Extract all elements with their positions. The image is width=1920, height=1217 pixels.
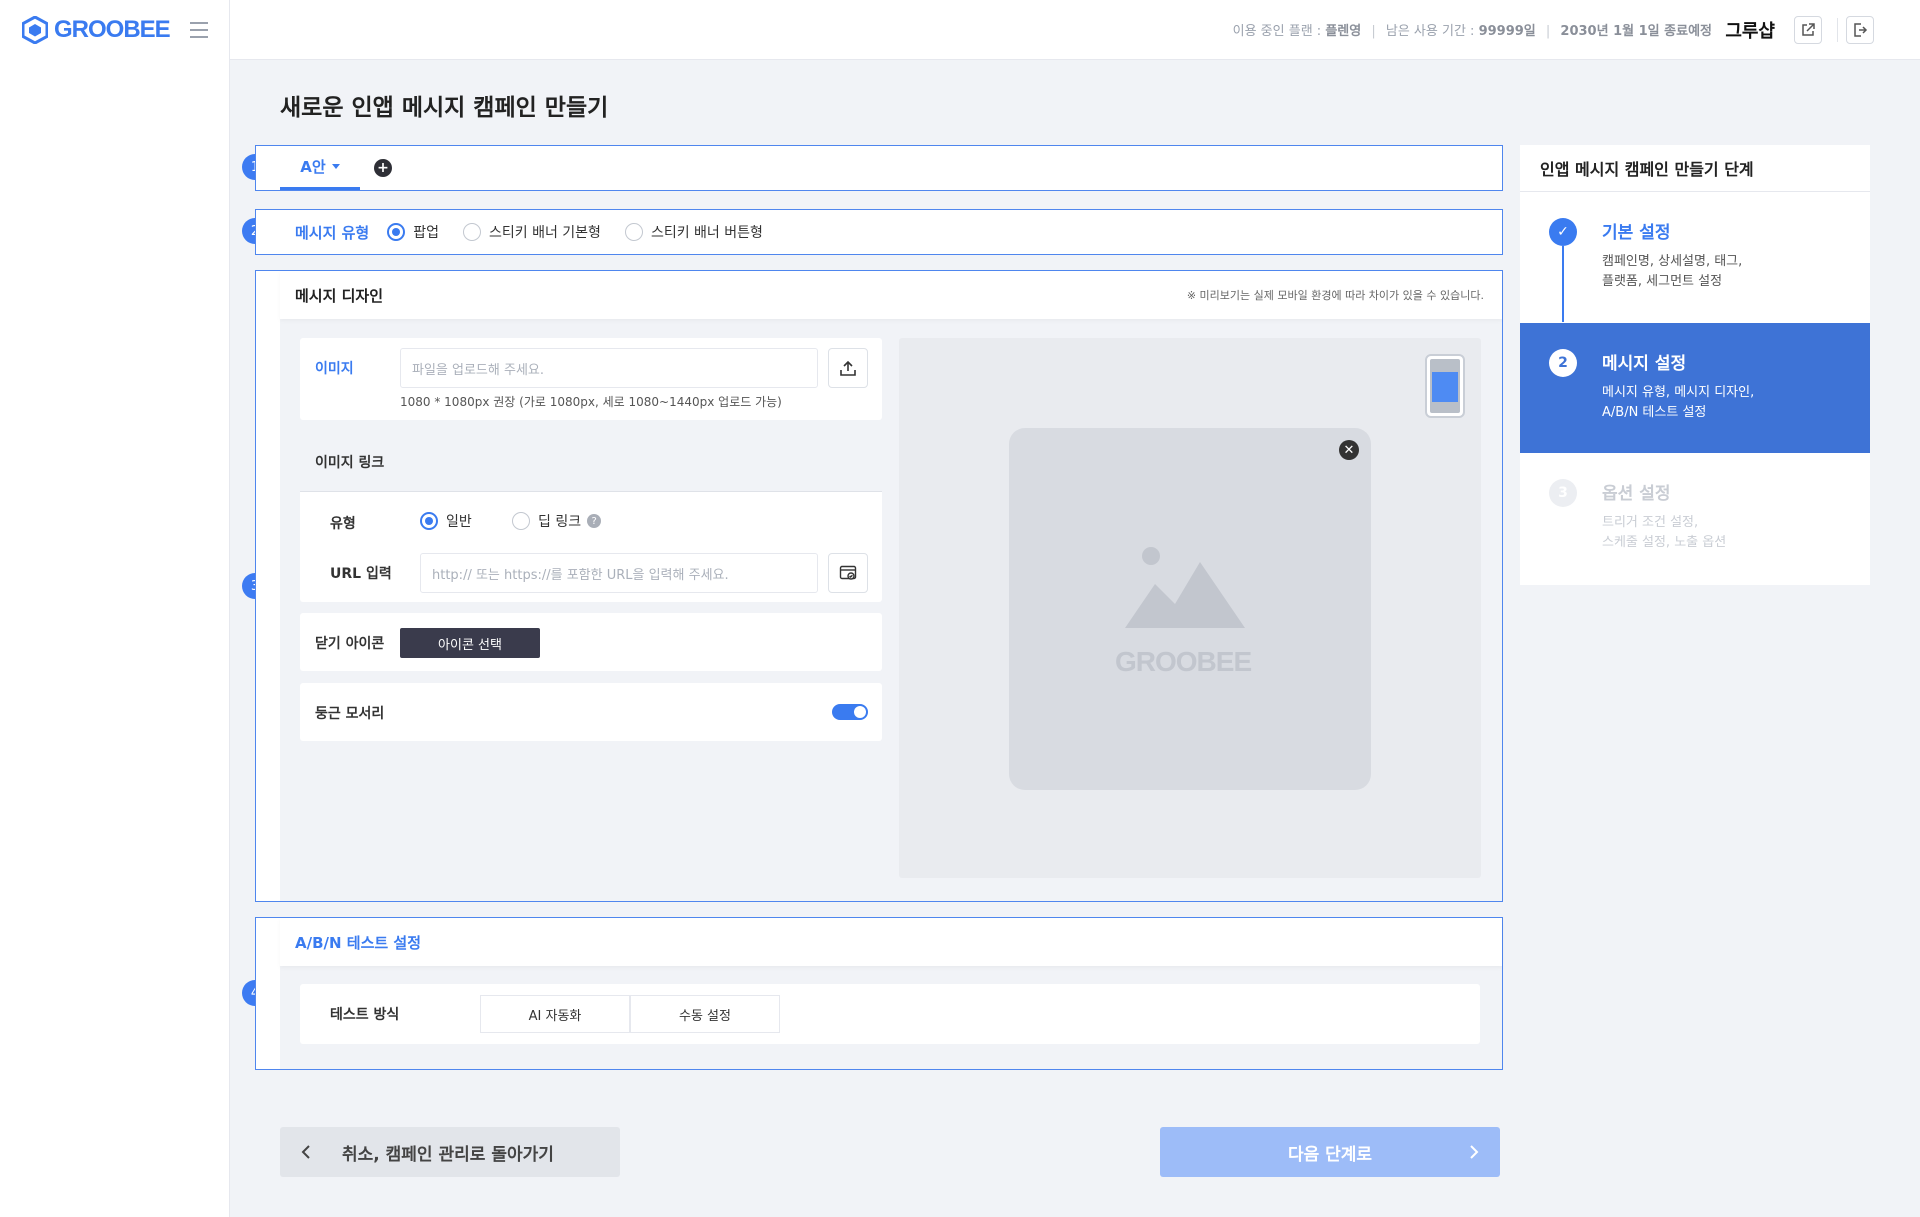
test-method-panel: 테스트 방식 AI 자동화 수동 설정 xyxy=(300,984,1480,1044)
design-title: 메시지 디자인 xyxy=(295,286,384,305)
radio-popup-label: 팝업 xyxy=(413,225,439,241)
url-label: URL 입력 xyxy=(330,566,392,582)
url-input[interactable]: http:// 또는 https://를 포함한 URL을 입력해 주세요. xyxy=(420,553,818,593)
next-step-button[interactable]: 다음 단계로 xyxy=(1160,1127,1500,1177)
manual-setting-option[interactable]: 수동 설정 xyxy=(630,995,780,1033)
design-header: 메시지 디자인 ※ 미리보기는 실제 모바일 환경에 따라 차이가 있을 수 있… xyxy=(280,271,1502,319)
step-description: 메시지 유형, 메시지 디자인, A/B/N 테스트 설정 xyxy=(1602,385,1755,420)
external-link-icon xyxy=(1802,23,1815,36)
question-icon[interactable]: ? xyxy=(587,514,602,528)
radio-link-normal-label: 일반 xyxy=(446,514,472,530)
close-icon[interactable]: ✕ xyxy=(1339,440,1359,460)
upload-button[interactable] xyxy=(828,348,868,388)
chevron-left-icon xyxy=(301,1145,310,1159)
image-link-panel: 이미지 링크 유형 일반 딥 링크 ? URL 입력 http:// 또는 ht… xyxy=(300,431,882,602)
image-placeholder-icon: GROOBEE xyxy=(1115,546,1265,678)
plan-label: 이용 중인 플랜 : xyxy=(1232,24,1322,39)
hexagon-logo-icon xyxy=(22,16,48,44)
logout-icon xyxy=(1854,23,1868,37)
ab-test-header: A/B/N 테스트 설정 xyxy=(280,918,1502,966)
browser-check-icon xyxy=(839,565,857,580)
url-check-button[interactable] xyxy=(828,553,868,593)
step-description: 트리거 조건 설정, 스케줄 설정, 노출 옵션 xyxy=(1602,515,1727,550)
image-size-hint: 1080 * 1080px 권장 (가로 1080px, 세로 1080~144… xyxy=(400,395,782,409)
step-title: 메시지 설정 xyxy=(1602,354,1687,374)
radio-popup[interactable]: 팝업 xyxy=(387,222,439,242)
step-title: 기본 설정 xyxy=(1602,223,1671,243)
radio-link-deep[interactable]: 딥 링크 ? xyxy=(512,511,602,531)
sidebar: GROOBEE xyxy=(0,0,230,1217)
step-basic-settings[interactable]: ✓ 기본 설정 캠페인명, 상세설명, 태그, 플랫폼, 세그먼트 설정 xyxy=(1520,192,1870,322)
step-message-settings[interactable]: 2 메시지 설정 메시지 유형, 메시지 디자인, A/B/N 테스트 설정 xyxy=(1520,323,1870,453)
image-label: 이미지 xyxy=(315,361,354,377)
rounded-corner-toggle[interactable] xyxy=(832,704,868,720)
ai-automation-option[interactable]: AI 자동화 xyxy=(480,995,630,1033)
radio-sticky-button[interactable]: 스티키 배너 버튼형 xyxy=(624,222,763,242)
cancel-back-button[interactable]: 취소, 캠페인 관리로 돌아가기 xyxy=(280,1127,620,1177)
stepper-title: 인앱 메시지 캠페인 만들기 단계 xyxy=(1520,145,1870,192)
plan-value: 플렌영 xyxy=(1325,24,1362,39)
step-title: 옵션 설정 xyxy=(1602,484,1671,504)
logout-button[interactable] xyxy=(1846,16,1874,44)
radio-sticky-button-label: 스티키 배너 버튼형 xyxy=(650,225,763,241)
radio-checked-icon xyxy=(387,223,406,241)
radio-unchecked-icon xyxy=(463,223,481,241)
expiry-date: 2030년 1월 1일 종료예정 xyxy=(1560,24,1712,39)
radio-sticky-basic[interactable]: 스티키 배너 기본형 xyxy=(463,222,601,242)
cancel-back-label: 취소, 캠페인 관리로 돌아가기 xyxy=(342,1144,554,1165)
image-panel: 이미지 파일을 업로드해 주세요. 1080 * 1080px 권장 (가로 1… xyxy=(300,338,882,420)
external-link-button[interactable] xyxy=(1794,16,1822,44)
step-number: 3 xyxy=(1549,479,1577,507)
radio-sticky-basic-label: 스티키 배너 기본형 xyxy=(489,225,601,241)
ab-test-title: A/B/N 테스트 설정 xyxy=(295,933,421,952)
select-icon-button[interactable]: 아이콘 선택 xyxy=(400,628,540,658)
radio-link-normal[interactable]: 일반 xyxy=(420,511,472,531)
check-icon: ✓ xyxy=(1549,218,1577,246)
menu-icon[interactable] xyxy=(190,22,208,38)
radio-unchecked-icon xyxy=(624,223,643,241)
plan-info: 이용 중인 플랜 : 플렌영 | 남은 사용 기간 : 99999일 | 203… xyxy=(1232,24,1712,39)
upload-icon xyxy=(840,360,856,376)
tab-variant-a-label: A안 xyxy=(300,158,326,176)
step-option-settings[interactable]: 3 옵션 설정 트리거 조건 설정, 스케줄 설정, 노출 옵션 xyxy=(1520,453,1870,583)
step-number: 2 xyxy=(1549,349,1577,377)
plus-circle-icon[interactable]: + xyxy=(374,159,392,177)
message-type-label: 메시지 유형 xyxy=(295,223,370,242)
popup-preview: ✕ GROOBEE xyxy=(1009,428,1371,790)
chevron-right-icon xyxy=(1470,1145,1479,1159)
rounded-corner-label: 둥근 모서리 xyxy=(315,706,385,722)
close-icon-label: 닫기 아이콘 xyxy=(315,636,385,652)
next-step-label: 다음 단계로 xyxy=(1287,1144,1373,1165)
test-method-label: 테스트 방식 xyxy=(330,1007,400,1023)
top-header: 이용 중인 플랜 : 플렌영 | 남은 사용 기간 : 99999일 | 203… xyxy=(230,0,1920,60)
remaining-label: 남은 사용 기간 : xyxy=(1385,24,1475,39)
preview-area: ✕ GROOBEE xyxy=(899,338,1481,878)
page-title: 새로운 인앱 메시지 캠페인 만들기 xyxy=(280,95,609,121)
shop-name: 그루샵 xyxy=(1725,21,1775,42)
radio-link-deep-label: 딥 링크 xyxy=(538,514,582,530)
image-upload-input[interactable]: 파일을 업로드해 주세요. xyxy=(400,348,818,388)
rounded-corner-panel: 둥근 모서리 xyxy=(300,683,882,741)
campaign-stepper: 인앱 메시지 캠페인 만들기 단계 ✓ 기본 설정 캠페인명, 상세설명, 태그… xyxy=(1520,145,1870,585)
radio-checked-icon xyxy=(420,512,438,530)
variant-tabs: A안 + xyxy=(255,145,1503,191)
tab-variant-a[interactable]: A안 xyxy=(280,146,360,190)
brand-logo[interactable]: GROOBEE xyxy=(22,16,171,44)
image-link-title: 이미지 링크 xyxy=(315,455,385,471)
radio-unchecked-icon xyxy=(512,512,530,530)
close-icon-panel: 닫기 아이콘 아이콘 선택 xyxy=(300,613,882,671)
message-design-section: 메시지 디자인 ※ 미리보기는 실제 모바일 환경에 따라 차이가 있을 수 있… xyxy=(255,270,1503,902)
mobile-device-icon[interactable] xyxy=(1425,354,1465,418)
preview-note: ※ 미리보기는 실제 모바일 환경에 따라 차이가 있을 수 있습니다. xyxy=(1186,289,1484,302)
link-type-label: 유형 xyxy=(330,516,356,532)
preview-watermark: GROOBEE xyxy=(1115,646,1252,677)
remaining-value: 99999일 xyxy=(1478,24,1536,39)
message-type-section: 메시지 유형 팝업 스티키 배너 기본형 스티키 배너 버튼형 xyxy=(255,209,1503,255)
caret-down-icon xyxy=(331,164,340,169)
step-description: 캠페인명, 상세설명, 태그, 플랫폼, 세그먼트 설정 xyxy=(1602,254,1743,289)
ab-test-section: A/B/N 테스트 설정 테스트 방식 AI 자동화 수동 설정 xyxy=(255,917,1503,1070)
brand-name: GROOBEE xyxy=(54,16,171,43)
